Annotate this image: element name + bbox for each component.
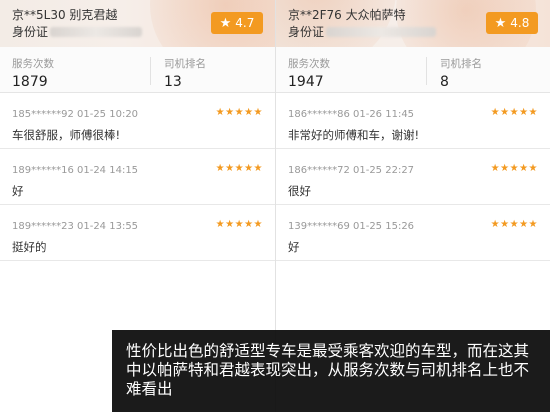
- rating-value: 4.7: [235, 16, 255, 30]
- service-count-label: 服务次数: [12, 58, 54, 70]
- driver-rank-label: 司机排名: [164, 58, 206, 70]
- car-plate-model: 京**5L30 别克君越: [12, 8, 118, 22]
- id-number-redacted: [326, 26, 437, 37]
- service-count-value: 1879: [12, 74, 48, 90]
- id-card-line: 身份证: [288, 23, 437, 40]
- driver-stats: 服务次数 1879 司机排名 13: [0, 47, 275, 93]
- rating-badge: ★ 4.7: [211, 12, 263, 34]
- stat-divider: [426, 57, 427, 85]
- review-text: 很好: [288, 184, 311, 198]
- stat-divider: [150, 57, 151, 85]
- review-text: 挺好的: [12, 240, 47, 254]
- star-icon: ★: [219, 15, 232, 31]
- review-item: 189******23 01-24 13:55 ★★★★★ 挺好的: [0, 209, 275, 261]
- id-card-label: 身份证: [288, 25, 325, 39]
- service-count-stat: 服务次数 1879: [12, 56, 54, 90]
- driver-rank-stat: 司机排名 13: [164, 56, 206, 90]
- driver-stats: 服务次数 1947 司机排名 8: [276, 47, 550, 93]
- review-meta: 189******16 01-24 14:15: [12, 165, 139, 176]
- caption-overlay: 性价比出色的舒适型专车是最受乘客欢迎的车型，而在这其中以帕萨特和君越表现突出，从…: [112, 330, 550, 412]
- review-meta: 185******92 01-25 10:20: [12, 109, 139, 120]
- car-plate-model: 京**2F76 大众帕萨特: [288, 8, 406, 22]
- review-text: 好: [12, 184, 24, 198]
- driver-rank-label: 司机排名: [440, 58, 482, 70]
- star-icon: ★: [494, 15, 507, 31]
- driver-header: 京**5L30 别克君越 身份证 ★ 4.7: [0, 0, 275, 47]
- review-meta: 139******69 01-25 15:26: [288, 221, 415, 232]
- review-text: 非常好的师傅和车，谢谢!: [288, 128, 420, 142]
- review-stars: ★★★★★: [490, 163, 538, 174]
- review-meta: 189******23 01-24 13:55: [12, 221, 139, 232]
- review-item: 186******72 01-25 22:27 ★★★★★ 很好: [276, 153, 550, 205]
- driver-rank-value: 13: [164, 74, 182, 90]
- review-item: 186******86 01-26 11:45 ★★★★★ 非常好的师傅和车，谢…: [276, 97, 550, 149]
- review-stars: ★★★★★: [490, 107, 538, 118]
- review-stars: ★★★★★: [215, 107, 263, 118]
- review-item: 139******69 01-25 15:26 ★★★★★ 好: [276, 209, 550, 261]
- driver-header: 京**2F76 大众帕萨特 身份证 ★ 4.8: [276, 0, 550, 47]
- service-count-stat: 服务次数 1947: [288, 56, 330, 90]
- review-meta: 186******72 01-25 22:27: [288, 165, 415, 176]
- service-count-label: 服务次数: [288, 58, 330, 70]
- rating-badge: ★ 4.8: [486, 12, 538, 34]
- review-stars: ★★★★★: [215, 219, 263, 230]
- review-item: 185******92 01-25 10:20 ★★★★★ 车很舒服，师傅很棒!: [0, 97, 275, 149]
- review-item: 189******16 01-24 14:15 ★★★★★ 好: [0, 153, 275, 205]
- id-card-label: 身份证: [12, 25, 49, 39]
- rating-value: 4.8: [510, 16, 530, 30]
- id-card-line: 身份证: [12, 23, 143, 40]
- driver-rank-stat: 司机排名 8: [440, 56, 482, 90]
- review-stars: ★★★★★: [490, 219, 538, 230]
- review-stars: ★★★★★: [215, 163, 263, 174]
- service-count-value: 1947: [288, 74, 324, 90]
- driver-rank-value: 8: [440, 74, 449, 90]
- id-number-redacted: [50, 26, 143, 37]
- review-text: 车很舒服，师傅很棒!: [12, 128, 121, 142]
- review-meta: 186******86 01-26 11:45: [288, 109, 415, 120]
- review-text: 好: [288, 240, 300, 254]
